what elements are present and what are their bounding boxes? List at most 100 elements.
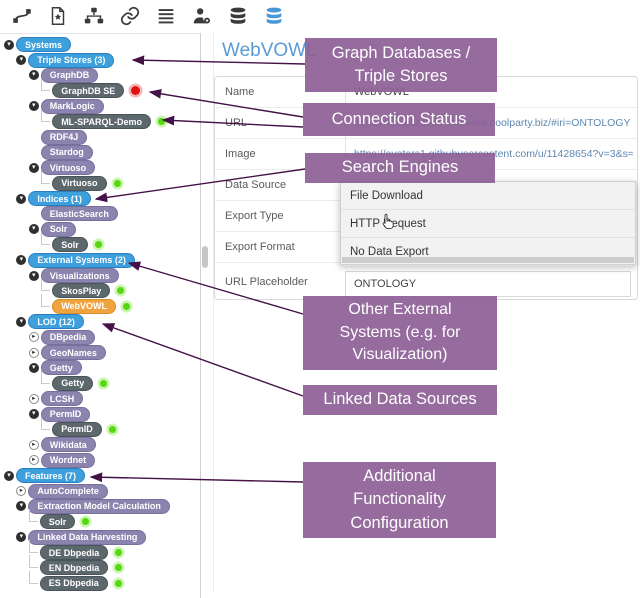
tree-row-solr: ▾ Solr: [0, 221, 200, 237]
tree-item-systems[interactable]: Systems: [16, 37, 72, 53]
expand-icon[interactable]: ▸: [28, 332, 39, 343]
collapse-icon[interactable]: ▾: [28, 101, 39, 112]
tree-item-skosplay[interactable]: SkosPlay: [52, 283, 111, 299]
annotation-additional: Additional Functionality Configuration: [303, 462, 496, 538]
tree-row-features-7: ▾ Features (7): [0, 468, 200, 484]
tree-item-marklogic[interactable]: MarkLogic: [40, 98, 104, 114]
database-icon[interactable]: [226, 4, 249, 27]
link-icon[interactable]: [118, 4, 141, 27]
tree-item-lod-12[interactable]: LOD (12): [28, 314, 84, 330]
list-icon[interactable]: [154, 4, 177, 27]
tree-row-wordnet: ▸ Wordnet: [0, 452, 200, 468]
tree-row-virtuoso: Virtuoso: [0, 170, 200, 191]
tree-row-visualizations: ▾ Visualizations: [0, 268, 200, 284]
tree-item-external-systems-2[interactable]: External Systems (2): [28, 252, 135, 268]
tree-item-es-dbpedia[interactable]: ES Dbpedia: [39, 575, 108, 591]
tree-elbow-connector: [41, 370, 51, 384]
vertical-scrollbar-thumb[interactable]: [202, 246, 208, 268]
tree-item-geonames[interactable]: GeoNames: [40, 345, 106, 360]
annotation-linked-data-sources: Linked Data Sources: [303, 385, 497, 415]
tree-item-solr[interactable]: Solr: [52, 237, 88, 253]
tree-elbow-connector: [28, 555, 38, 569]
tree-row-systems: ▾ Systems: [0, 37, 200, 53]
tree-item-de-dbpedia[interactable]: DE Dbpedia: [39, 545, 109, 561]
field-label-name: Name: [225, 86, 255, 98]
tree-item-lcsh[interactable]: LCSH: [40, 391, 84, 407]
green-connection-status-icon: [82, 518, 90, 526]
field-input-url-placeholder[interactable]: [345, 271, 631, 297]
tree-item-stardog[interactable]: Stardog: [40, 144, 93, 160]
expand-icon[interactable]: ▸: [16, 486, 27, 497]
tree-item-wikidata[interactable]: Wikidata: [40, 437, 96, 453]
database-active-icon[interactable]: [262, 4, 285, 27]
collapse-icon[interactable]: ▾: [28, 70, 39, 81]
tree-item-graphdb-se[interactable]: GraphDB SE: [52, 83, 125, 99]
tree-row-rdf4j: RDF4J: [0, 129, 200, 145]
tree-item-permid[interactable]: PermID: [52, 421, 102, 437]
field-label-url: URL: [225, 117, 248, 129]
tree-item-triple-stores-3[interactable]: Triple Stores (3): [28, 52, 115, 68]
collapse-icon[interactable]: ▾: [28, 409, 39, 420]
green-connection-status-icon: [108, 425, 116, 433]
tree-item-virtuoso[interactable]: Virtuoso: [52, 175, 107, 191]
collapse-icon[interactable]: ▾: [4, 470, 14, 481]
green-connection-status-icon: [94, 241, 102, 249]
green-connection-status-icon: [158, 118, 166, 126]
tree-item-autocomplete[interactable]: AutoComplete: [28, 483, 108, 499]
tree-item-indices-1[interactable]: Indices (1): [28, 191, 91, 207]
tree-row-triple-stores-3: ▾ Triple Stores (3): [0, 52, 200, 68]
tree-row-marklogic: ▾ MarkLogic: [0, 98, 200, 114]
toolbar: [0, 0, 640, 32]
expand-icon[interactable]: ▸: [28, 439, 39, 450]
dropdown-option-file-download[interactable]: File Download: [341, 182, 635, 210]
green-connection-status-icon: [117, 287, 125, 295]
tree-item-visualizations[interactable]: Visualizations: [40, 268, 119, 284]
tree-row-dbpedia: ▸ DBpedia: [0, 329, 200, 345]
tree-item-en-dbpedia[interactable]: EN Dbpedia: [39, 560, 109, 576]
annotation-other-external: Other External Systems (e.g. for Visuali…: [303, 296, 497, 370]
tree-row-virtuoso: ▾ Virtuoso: [0, 160, 200, 176]
sitemap-icon[interactable]: [82, 4, 105, 27]
tree-item-solr[interactable]: Solr: [39, 514, 76, 530]
field-label-url-placeholder: URL Placeholder: [225, 276, 308, 288]
tree-item-getty[interactable]: Getty: [52, 375, 94, 391]
user-gear-icon[interactable]: [190, 4, 213, 27]
collapse-icon[interactable]: ▾: [16, 193, 27, 204]
tree-elbow-connector: [41, 232, 51, 246]
tree-item-webvowl[interactable]: WebVOWL: [52, 298, 117, 314]
green-connection-status-icon: [100, 379, 108, 387]
tree-item-wordnet[interactable]: Wordnet: [40, 452, 96, 468]
tree-item-elasticsearch[interactable]: ElasticSearch: [40, 206, 118, 222]
document-star-icon[interactable]: [46, 4, 69, 27]
collapse-icon[interactable]: ▾: [28, 224, 39, 235]
tree-item-features-7[interactable]: Features (7): [16, 468, 86, 484]
collapse-icon[interactable]: ▾: [16, 255, 27, 266]
collapse-icon[interactable]: ▾: [16, 316, 27, 327]
tree-item-ml-sparql-demo[interactable]: ML-SPARQL-Demo: [52, 114, 152, 130]
tree-elbow-connector: [41, 78, 51, 92]
expand-icon[interactable]: ▸: [28, 455, 39, 466]
tree-elbow-connector: [41, 278, 51, 292]
tree-elbow-connector: [41, 416, 51, 430]
collapse-icon[interactable]: ▾: [16, 55, 27, 66]
dropdown-scrollbar[interactable]: [342, 257, 634, 263]
tree-row-permid: ▾ PermID: [0, 406, 200, 422]
hand-cursor-icon: [382, 213, 394, 229]
collapse-icon[interactable]: ▾: [28, 362, 39, 373]
collapse-icon[interactable]: ▾: [16, 532, 27, 543]
tree-elbow-connector: [28, 509, 38, 523]
collapse-icon[interactable]: ▾: [28, 270, 39, 281]
tree-item-rdf4j[interactable]: RDF4J: [40, 129, 88, 145]
collapse-icon[interactable]: ▾: [4, 39, 14, 50]
expand-icon[interactable]: ▸: [28, 393, 39, 404]
tree-item-dbpedia[interactable]: DBpedia: [40, 329, 96, 345]
collapse-icon[interactable]: ▾: [16, 501, 27, 512]
tree-item-linked-data-harvesting[interactable]: Linked Data Harvesting: [28, 529, 147, 545]
tree-item-extraction-model-calculation[interactable]: Extraction Model Calculation: [28, 498, 170, 514]
collapse-icon[interactable]: ▾: [28, 162, 39, 173]
expand-icon[interactable]: ▸: [28, 347, 39, 358]
route-icon[interactable]: [10, 4, 33, 27]
tree-row-wikidata: ▸ Wikidata: [0, 437, 200, 453]
tree-row-getty: Getty: [0, 370, 200, 391]
annotation-connection-status: Connection Status: [303, 103, 495, 136]
